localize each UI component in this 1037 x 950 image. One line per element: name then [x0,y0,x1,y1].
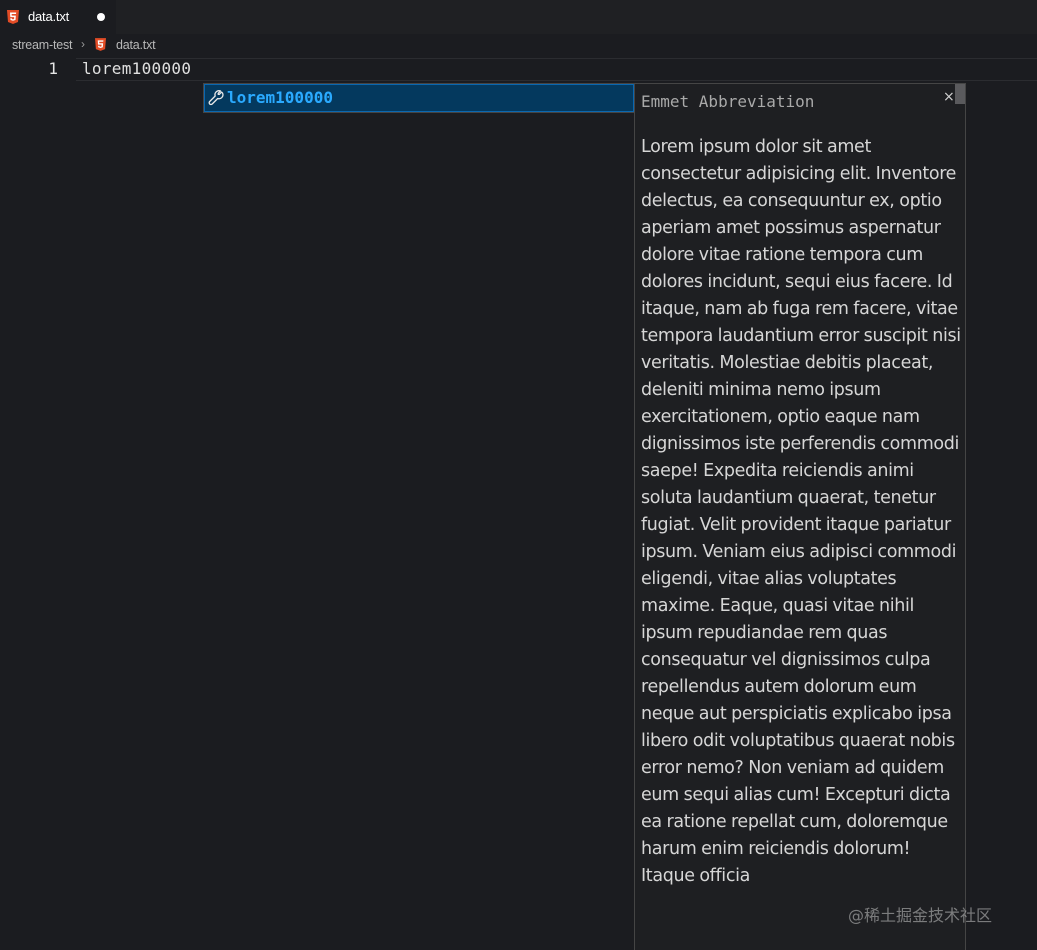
chevron-right-icon: › [81,37,85,51]
breadcrumb-file[interactable]: data.txt [116,38,156,52]
close-icon[interactable]: × [943,89,955,105]
tab-bar: data.txt [0,0,1037,34]
line-number: 1 [48,59,58,78]
suggest-item-label: lorem100000 [227,88,333,107]
html5-icon [95,38,106,51]
scrollbar-thumb[interactable] [955,84,965,104]
suggest-details-panel: Emmet Abbreviation × Lorem ipsum dolor s… [634,83,966,950]
tab-data-txt[interactable]: data.txt [0,0,116,34]
details-documentation: Lorem ipsum dolor sit amet consectetur a… [641,137,961,886]
suggest-item-selected[interactable]: lorem100000 [204,84,634,112]
breadcrumb: stream-test › data.txt [0,34,1037,56]
current-line-highlight [76,58,1037,81]
html5-icon [7,10,19,24]
watermark: @稀土掘金技术社区 [848,906,993,925]
wrench-icon [208,90,224,106]
code-line[interactable]: lorem100000 [82,59,191,78]
suggest-widget: lorem100000 [203,83,635,113]
breadcrumb-folder[interactable]: stream-test [12,38,73,52]
tab-label: data.txt [28,9,70,24]
details-title: Emmet Abbreviation [641,92,815,111]
unsaved-dot-icon[interactable] [97,13,105,21]
